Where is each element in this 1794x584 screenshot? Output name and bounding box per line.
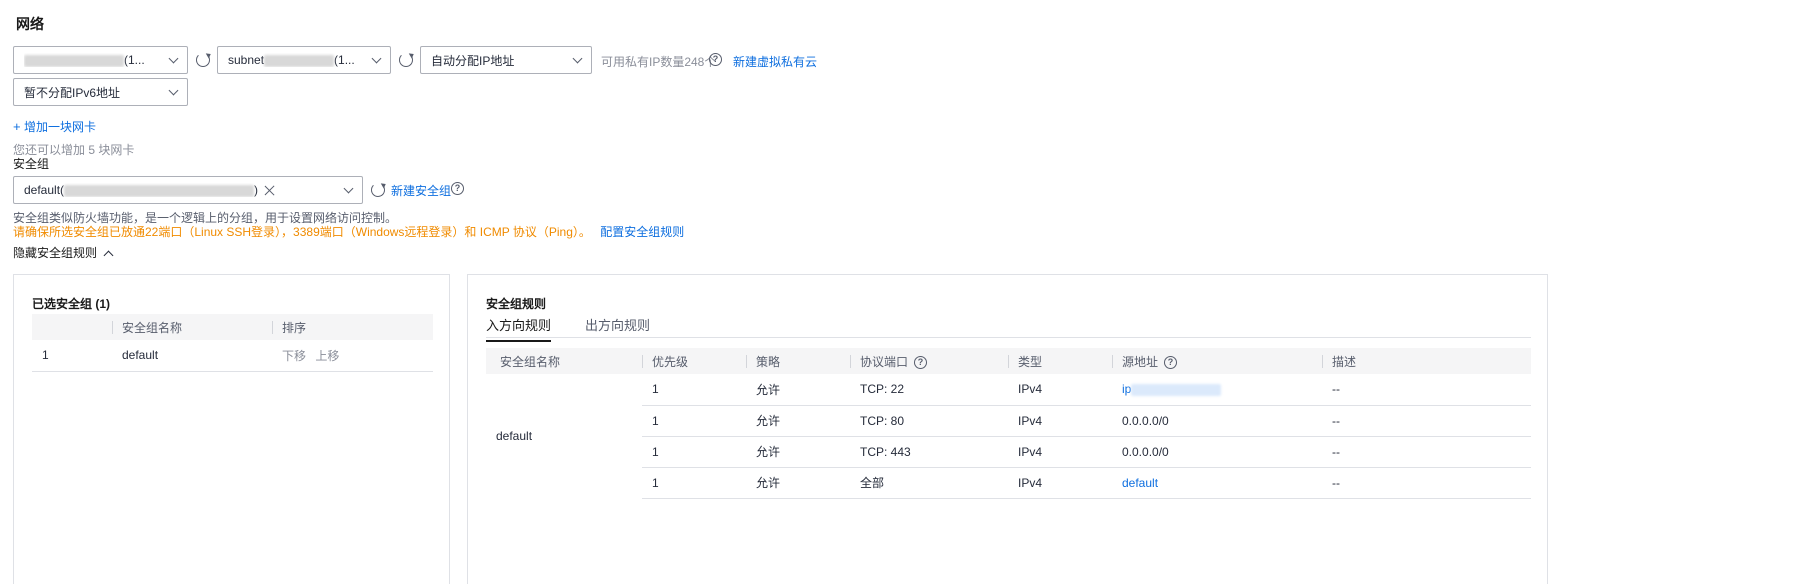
masked-source-ip <box>1131 384 1222 397</box>
chevron-down-icon <box>168 53 179 63</box>
move-up-button[interactable]: 上移 <box>315 349 339 363</box>
column-header-index <box>32 314 112 340</box>
row-index: 1 <box>32 340 112 372</box>
help-circle-icon[interactable]: ? <box>1164 355 1178 369</box>
vpc-select-suffix: (1... <box>124 53 145 67</box>
column-header-description: 描述 <box>1322 348 1531 374</box>
column-header-source: 源地址? <box>1112 348 1322 374</box>
help-circle-icon[interactable]: ? <box>451 182 464 195</box>
table-row: 1 default 下移 上移 <box>32 340 433 372</box>
rule-port: 全部 <box>850 467 1008 499</box>
chevron-down-icon <box>343 183 354 193</box>
add-nic-button[interactable]: + 增加一块网卡 <box>13 118 96 135</box>
refresh-icon[interactable] <box>371 183 385 197</box>
security-group-select[interactable]: default() <box>13 176 363 204</box>
plus-icon: + <box>13 119 21 134</box>
rule-priority: 1 <box>642 436 746 468</box>
rule-priority: 1 <box>642 467 746 499</box>
rule-port: TCP: 22 <box>850 374 1008 406</box>
security-group-rules-panel: 安全组规则 入方向规则 出方向规则 安全组名称 优先级 策略 协议端口? 类型 … <box>467 274 1548 584</box>
rule-source-link[interactable]: default <box>1122 476 1158 490</box>
table-row: 1 允许 TCP: 80 IPv4 0.0.0.0/0 -- <box>486 405 1531 437</box>
tabs-divider <box>486 337 1531 338</box>
chevron-down-icon <box>371 53 382 63</box>
column-header-group-name: 安全组名称 <box>486 348 642 374</box>
new-security-group-link[interactable]: 新建安全组 <box>391 182 451 199</box>
rule-port: TCP: 443 <box>850 436 1008 468</box>
new-vpc-link[interactable]: 新建虚拟私有云 <box>733 53 817 70</box>
move-down-button[interactable]: 下移 <box>282 349 306 363</box>
chevron-down-icon <box>572 53 583 63</box>
section-title: 网络 <box>16 16 44 32</box>
column-header-policy: 策略 <box>746 348 850 374</box>
add-nic-link[interactable]: 增加一块网卡 <box>24 120 96 134</box>
rule-port: TCP: 80 <box>850 405 1008 437</box>
column-header-name: 安全组名称 <box>112 314 272 340</box>
chevron-down-icon <box>168 85 179 95</box>
rule-type: IPv4 <box>1008 405 1112 437</box>
rule-group-name: default <box>496 429 533 443</box>
column-header-priority: 优先级 <box>642 348 746 374</box>
rule-description: -- <box>1322 374 1531 406</box>
subnet-select[interactable]: subnet (1... <box>217 46 391 74</box>
rule-policy: 允许 <box>746 374 850 406</box>
selected-panel-title: 已选安全组 (1) <box>32 297 111 311</box>
rules-table: 安全组名称 优先级 策略 协议端口? 类型 源地址? 描述 default 1 … <box>486 348 1531 499</box>
selected-security-groups-panel: 已选安全组 (1) 安全组名称 排序 1 default 下移 上移 <box>13 274 450 584</box>
table-row: default 1 允许 TCP: 22 IPv4 ip -- <box>486 374 1531 443</box>
rule-priority: 1 <box>642 405 746 437</box>
vpc-select[interactable]: (1... <box>13 46 188 74</box>
chevron-up-icon <box>103 250 114 261</box>
column-header-type: 类型 <box>1008 348 1112 374</box>
rule-source: 0.0.0.0/0 <box>1112 436 1322 468</box>
table-row: 1 允许 全部 IPv4 default -- <box>486 467 1531 499</box>
table-row: 1 允许 TCP: 443 IPv4 0.0.0.0/0 -- <box>486 436 1531 468</box>
ip-assign-select[interactable]: 自动分配IP地址 <box>420 46 592 74</box>
rule-type: IPv4 <box>1008 436 1112 468</box>
row-group-name: default <box>112 340 272 372</box>
rule-policy: 允许 <box>746 436 850 468</box>
ipv6-select-value: 暂不分配IPv6地址 <box>24 85 121 100</box>
help-circle-icon[interactable]: ? <box>709 53 722 66</box>
masked-subnet-name <box>264 54 335 67</box>
column-header-order: 排序 <box>272 314 433 340</box>
hide-rules-label: 隐藏安全组规则 <box>13 246 98 260</box>
close-icon[interactable] <box>264 185 275 196</box>
refresh-icon[interactable] <box>399 53 413 67</box>
masked-sg-id <box>64 184 255 197</box>
security-group-label: 安全组 <box>13 157 50 171</box>
selected-groups-table: 安全组名称 排序 1 default 下移 上移 <box>32 314 433 372</box>
rule-policy: 允许 <box>746 467 850 499</box>
rules-panel-title: 安全组规则 <box>486 297 547 311</box>
config-rules-link[interactable]: 配置安全组规则 <box>600 225 684 239</box>
rule-description: -- <box>1322 436 1531 468</box>
help-circle-icon[interactable]: ? <box>914 355 928 369</box>
rule-type: IPv4 <box>1008 467 1112 499</box>
refresh-icon[interactable] <box>196 53 210 67</box>
hide-rules-toggle[interactable]: 隐藏安全组规则 <box>13 244 114 261</box>
column-header-port: 协议端口? <box>850 348 1008 374</box>
ipv6-select[interactable]: 暂不分配IPv6地址 <box>13 78 188 106</box>
rule-source: 0.0.0.0/0 <box>1112 405 1322 437</box>
rule-description: -- <box>1322 467 1531 499</box>
sg-selected-prefix: default( <box>24 183 65 197</box>
security-group-warning-line: 请确保所选安全组已放通22端口（Linux SSH登录），3389端口（Wind… <box>13 223 684 240</box>
rule-type: IPv4 <box>1008 374 1112 406</box>
ip-assign-select-value: 自动分配IP地址 <box>431 53 515 68</box>
subnet-select-suffix: (1... <box>334 53 355 67</box>
ip-count-text: 可用私有IP数量248个 <box>601 55 717 69</box>
rule-priority: 1 <box>642 374 746 406</box>
rule-description: -- <box>1322 405 1531 437</box>
sg-selected-suffix: ) <box>254 183 259 197</box>
masked-vpc-name <box>24 54 124 67</box>
security-group-warning: 请确保所选安全组已放通22端口（Linux SSH登录），3389端口（Wind… <box>13 225 591 239</box>
rule-source-link[interactable]: ip <box>1122 382 1131 396</box>
rule-policy: 允许 <box>746 405 850 437</box>
subnet-select-prefix: subnet <box>228 53 265 67</box>
